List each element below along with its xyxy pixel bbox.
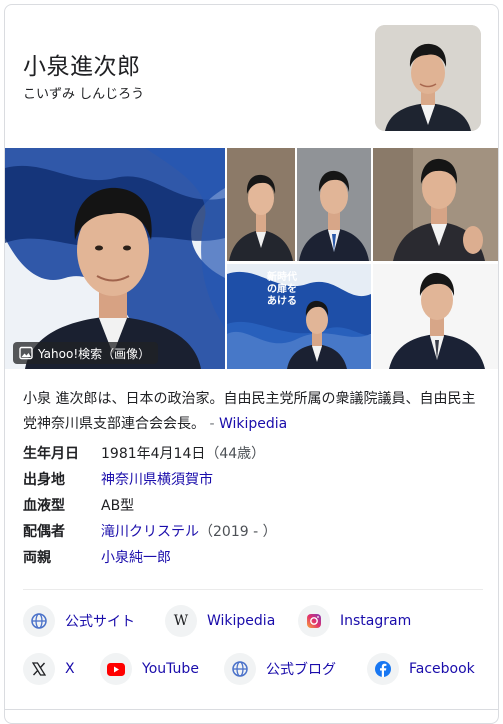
instagram-link[interactable]: Instagram [298,603,411,639]
youtube-icon [100,653,132,685]
link-label: 公式ブログ [266,662,336,678]
link-label: Wikipedia [207,613,276,629]
image-source-label: Yahoo!検索（画像） [38,346,151,361]
spouse-link[interactable]: 滝川クリステル [101,524,199,540]
link-label: 公式サイト [65,614,135,630]
gallery-image[interactable] [373,148,498,261]
facebook-icon [367,653,399,685]
portrait-thumbnail-image [297,148,371,261]
source-separator: - [209,416,215,432]
link-label: YouTube [142,661,199,677]
link-label: Instagram [340,613,412,629]
portrait-image [375,25,481,131]
birthdate-value: 1981年4月14日 [101,446,206,462]
fact-key: 出身地 [23,472,65,488]
wikipedia-link[interactable]: W Wikipedia [165,603,275,639]
profile-thumbnail[interactable] [375,25,481,131]
poster-text: 新時代の扉をあける [267,272,297,307]
page-title: 小泉進次郎 [23,54,141,80]
bloodtype-value: AB型 [101,498,135,514]
spouse-years: （2019 - ） [199,524,277,540]
wikipedia-icon: W [165,605,197,637]
official-blog-link[interactable]: 公式ブログ [224,651,336,687]
globe-icon [224,653,256,685]
wikipedia-source-link[interactable]: Wikipedia [219,416,287,432]
link-label: Facebook [409,661,475,677]
fact-key: 生年月日 [23,446,79,462]
portrait-thumbnail-image [373,148,498,261]
fact-value: 滝川クリステル（2019 - ） [101,521,277,541]
fact-value: 1981年4月14日（44歳） [101,443,265,463]
image-source-button[interactable]: Yahoo!検索（画像） [13,342,159,364]
gallery-image[interactable]: 新時代の扉をあける [227,264,371,369]
image-icon [19,346,33,360]
x-link[interactable]: X [23,651,75,687]
official-site-link[interactable]: 公式サイト [23,603,135,639]
link-label: X [65,661,75,677]
gallery-image[interactable] [297,148,371,261]
divider [5,709,498,710]
gallery-image[interactable] [373,264,498,369]
birthplace-link[interactable]: 神奈川県横須賀市 [101,469,213,489]
facebook-link[interactable]: Facebook [367,651,475,687]
reading-subtitle: こいずみ しんじろう [23,87,145,102]
portrait-thumbnail-image [227,148,295,261]
x-icon [23,653,55,685]
knowledge-panel: 小泉進次郎 こいずみ しんじろう Yahoo!検索（画像） 新時代の扉をあける … [4,4,499,724]
fact-key: 両親 [23,550,51,566]
fact-key: 血液型 [23,498,65,514]
youtube-link[interactable]: YouTube [100,651,199,687]
divider [23,589,483,590]
description: 小泉 進次郎は、日本の政治家。自由民主党所属の衆議院議員、自由民主党神奈川県支部… [23,387,483,437]
age-value: （44歳） [205,446,266,462]
main-portrait [5,148,225,369]
parent-link[interactable]: 小泉純一郎 [101,547,171,567]
panel-header: 小泉進次郎 こいずみ しんじろう [5,5,498,151]
gallery-main-image[interactable]: Yahoo!検索（画像） [5,148,225,369]
instagram-icon [298,605,330,637]
globe-icon [23,605,55,637]
gallery-image[interactable] [227,148,295,261]
image-gallery: Yahoo!検索（画像） 新時代の扉をあける [5,148,498,369]
fact-key: 配偶者 [23,524,65,540]
portrait-thumbnail-image [373,264,498,369]
